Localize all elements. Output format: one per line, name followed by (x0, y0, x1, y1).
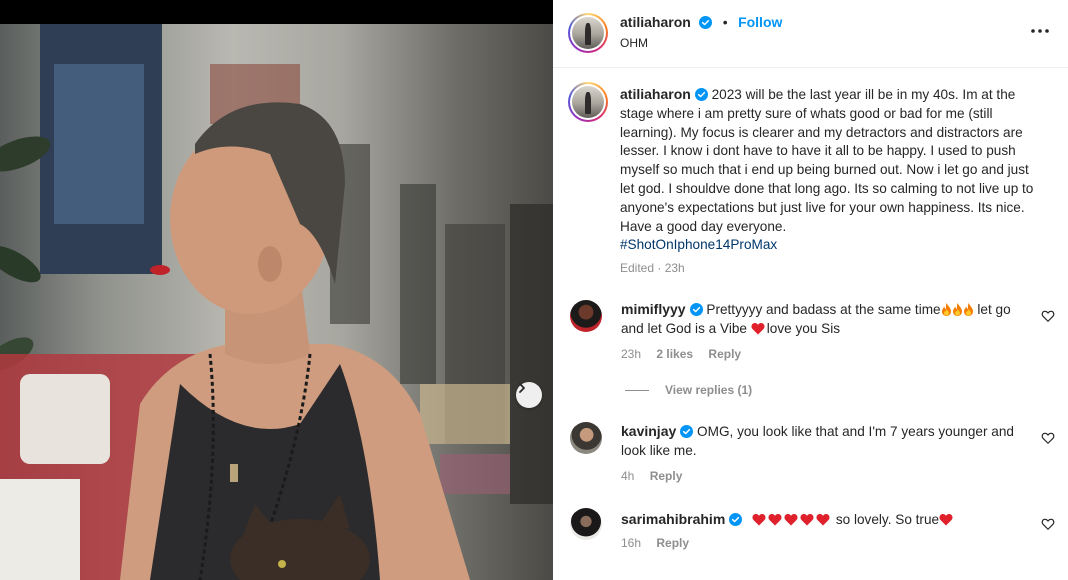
verified-badge-icon (689, 303, 703, 316)
replies-divider (625, 390, 649, 392)
red-heart-emoji-icon (939, 513, 953, 526)
commenter-avatar[interactable] (570, 508, 602, 540)
post-photo[interactable] (0, 24, 553, 580)
comment-body: so lovely. So true (832, 512, 940, 527)
commenter-username[interactable]: kavinjay (621, 423, 676, 439)
comment-meta: 23h 2 likes Reply (621, 347, 753, 361)
comment-meta: 4h Reply (621, 469, 694, 483)
author-username[interactable]: atiliaharon (620, 14, 691, 30)
hashtag-link[interactable]: #ShotOnIphone14ProMax (620, 237, 777, 252)
red-heart-emoji-icon (816, 513, 830, 526)
comment-body-a: Prettyyyy and badass at the same time (706, 302, 941, 317)
verified-badge-icon (729, 513, 743, 526)
post-location[interactable]: OHM (620, 36, 648, 50)
comment-meta: 16h Reply (621, 536, 701, 550)
heart-outline-icon[interactable] (1041, 517, 1055, 531)
comment-text: sarimahibrahim so lovely. So true (621, 510, 1031, 530)
red-heart-emoji-icon (800, 513, 814, 526)
author-avatar[interactable] (568, 13, 608, 53)
comment-body-c: love you Sis (766, 320, 841, 336)
follow-button[interactable]: Follow (738, 14, 782, 30)
chevron-right-icon (519, 383, 525, 393)
photo-top-bar (0, 0, 553, 24)
post-detail-panel: atiliaharon • Follow OHM atiliaharon 202… (553, 0, 1068, 580)
view-replies-button[interactable]: View replies (1) (625, 383, 752, 397)
more-options-icon[interactable] (1028, 22, 1052, 40)
commenter-username[interactable]: sarimahibrahim (621, 511, 725, 527)
reply-button[interactable]: Reply (650, 469, 683, 483)
red-heart-emoji-icon (768, 513, 782, 526)
fire-emoji-icon (963, 303, 973, 316)
edited-timestamp: Edited · 23h (620, 261, 685, 275)
caption-username[interactable]: atiliaharon (620, 86, 691, 102)
comment-time: 16h (621, 536, 642, 550)
caption-text: atiliaharon 2023 will be the last year i… (620, 85, 1040, 255)
heart-outline-icon[interactable] (1041, 431, 1055, 445)
carousel-next-button[interactable] (516, 382, 542, 408)
post-header: atiliaharon • Follow OHM (553, 0, 1068, 68)
verified-badge-icon (699, 16, 713, 29)
header-separator: • (722, 14, 728, 30)
fire-emoji-icon (952, 303, 962, 316)
comment-time: 4h (621, 469, 635, 483)
commenter-avatar[interactable] (570, 422, 602, 454)
post-photo-panel (0, 0, 553, 580)
verified-badge-icon (694, 88, 708, 101)
commenter-avatar[interactable] (570, 300, 602, 332)
reply-button[interactable]: Reply (708, 347, 741, 361)
fire-emoji-icon (941, 303, 951, 316)
header-user-row: atiliaharon • Follow (620, 14, 782, 32)
comment-time: 23h (621, 347, 642, 361)
comment-text: mimiflyyy Prettyyyy and badass at the sa… (621, 300, 1016, 339)
caption-avatar[interactable] (568, 82, 608, 122)
reply-button[interactable]: Reply (656, 536, 689, 550)
red-heart-emoji-icon (752, 513, 766, 526)
red-heart-emoji-icon (784, 513, 798, 526)
red-heart-emoji-icon (751, 322, 765, 335)
verified-badge-icon (680, 425, 694, 438)
comment-likes[interactable]: 2 likes (656, 347, 693, 361)
comment-text: kavinjay OMG, you look like that and I'm… (621, 422, 1016, 461)
post-photo-illustration (0, 24, 553, 580)
caption-body: 2023 will be the last year ill be in my … (620, 87, 1034, 234)
view-replies-label: View replies (1) (665, 383, 753, 397)
commenter-username[interactable]: mimiflyyy (621, 301, 686, 317)
heart-outline-icon[interactable] (1041, 309, 1055, 323)
